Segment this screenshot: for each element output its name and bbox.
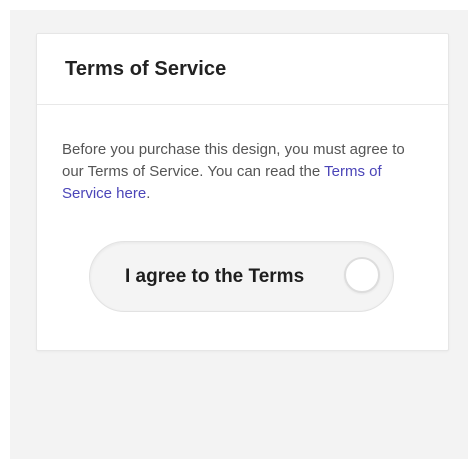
description-end: .	[146, 185, 151, 202]
card-body: Before you purchase this design, you mus…	[37, 105, 448, 205]
terms-description: Before you purchase this design, you mus…	[62, 139, 426, 205]
agree-terms-label: I agree to the Terms	[125, 266, 305, 287]
card-header: Terms of Service	[37, 34, 448, 105]
terms-card: Terms of Service Before you purchase thi…	[36, 33, 449, 351]
agree-terms-toggle[interactable]: I agree to the Terms	[89, 241, 394, 312]
page-background: Terms of Service Before you purchase thi…	[10, 10, 468, 459]
card-title: Terms of Service	[65, 57, 227, 80]
toggle-knob[interactable]	[344, 257, 380, 293]
